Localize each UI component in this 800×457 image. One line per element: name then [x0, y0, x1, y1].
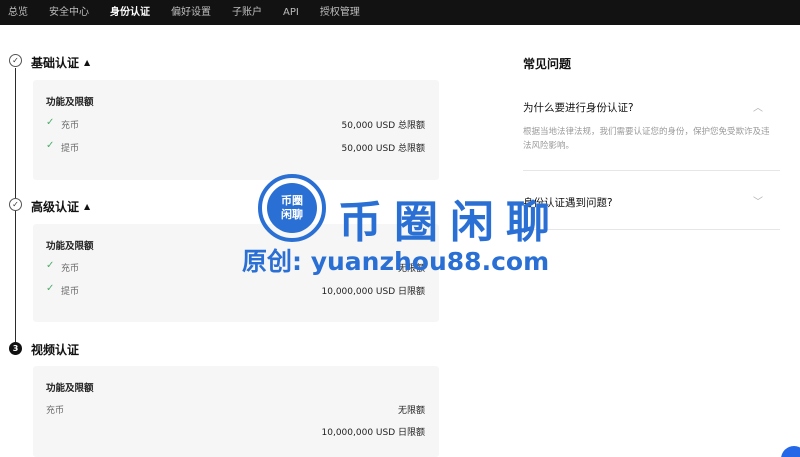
- step-3-title-label: 视频认证: [31, 343, 80, 357]
- nav-item-authorization[interactable]: 授权管理: [320, 0, 360, 25]
- watermark-logo-text: 币圈: [281, 194, 303, 207]
- step-2-title-label: 高级认证: [31, 200, 80, 214]
- chevron-down-icon[interactable]: ﹀: [753, 193, 763, 208]
- step-2-complete-icon: ✓: [9, 198, 22, 211]
- nav-item-preferences[interactable]: 偏好设置: [171, 0, 211, 25]
- limit-value: 50,000 USD 总限额: [341, 144, 425, 154]
- watermark-name: 币圈闲聊: [338, 197, 562, 248]
- limit-label: 充币: [46, 406, 65, 416]
- step-2-title[interactable]: 高级认证 ▲: [31, 198, 90, 215]
- watermark-url: 原创: yuanzhou88.com: [242, 247, 550, 276]
- faq-answer-why-verify: 根据当地法律法规，我们需要认证您的身份，保护您免受欺诈及违法风险影响。: [523, 127, 770, 151]
- nav-item-security-center[interactable]: 安全中心: [49, 0, 89, 25]
- limit-label: 充币: [61, 264, 80, 274]
- nav-item-overview[interactable]: 总览: [8, 0, 28, 25]
- nav-item-identity-verification[interactable]: 身份认证: [110, 0, 150, 25]
- limit-row-withdraw: ✓ 提币 10,000,000 USD 日限额: [46, 283, 425, 297]
- step-3-number-icon: 3: [9, 342, 22, 355]
- check-icon: ✓: [46, 117, 55, 128]
- caret-up-icon[interactable]: ▲: [84, 202, 90, 211]
- watermark-logo: 币圈 闲聊: [258, 174, 326, 242]
- help-chat-button[interactable]: [781, 446, 800, 457]
- step-1-title-label: 基础认证: [31, 56, 80, 70]
- nav-item-sub-accounts[interactable]: 子账户: [232, 0, 262, 25]
- limit-row-deposit: ✓ 充币 50,000 USD 总限额: [46, 117, 425, 131]
- faq-divider: [523, 170, 780, 171]
- limit-value: 无限额: [397, 406, 425, 416]
- step-1-complete-icon: ✓: [9, 54, 22, 67]
- nav-item-api[interactable]: API: [283, 0, 299, 25]
- step-1-limits-card: 功能及限额 ✓ 充币 50,000 USD 总限额 ✓ 提币 50,000 US…: [33, 80, 439, 180]
- check-icon: ✓: [46, 260, 55, 271]
- card-heading: 功能及限额: [46, 241, 94, 252]
- limit-row-deposit: 充币 无限额: [46, 402, 425, 416]
- limit-label: 提币: [61, 287, 80, 297]
- step-3-title: 视频认证: [31, 341, 79, 358]
- faq-title: 常见问题: [523, 57, 572, 71]
- top-nav: 总览 安全中心 身份认证 偏好设置 子账户 API 授权管理: [0, 0, 800, 25]
- limit-label: 提币: [61, 144, 80, 154]
- faq-question-why-verify[interactable]: 为什么要进行身份认证?: [523, 100, 634, 115]
- limit-value: 50,000 USD 总限额: [341, 121, 425, 131]
- chevron-up-icon[interactable]: ︿: [753, 99, 763, 114]
- watermark-logo-text: 闲聊: [281, 208, 303, 221]
- step-1-title[interactable]: 基础认证 ▲: [31, 54, 90, 71]
- caret-up-icon[interactable]: ▲: [84, 58, 90, 67]
- check-icon: ✓: [46, 283, 55, 294]
- card-heading: 功能及限额: [46, 383, 94, 394]
- limit-row-withdraw: ✓ 提币 50,000 USD 总限额: [46, 140, 425, 154]
- limit-value: 10,000,000 USD 日限额: [321, 428, 425, 438]
- limit-row-daily: 10,000,000 USD 日限额: [46, 424, 425, 438]
- check-icon: ✓: [46, 140, 55, 151]
- limit-value: 10,000,000 USD 日限额: [321, 287, 425, 297]
- step-3-limits-card: 功能及限额 充币 无限额 10,000,000 USD 日限额: [33, 366, 439, 457]
- limit-label: 充币: [61, 121, 80, 131]
- card-heading: 功能及限额: [46, 97, 94, 108]
